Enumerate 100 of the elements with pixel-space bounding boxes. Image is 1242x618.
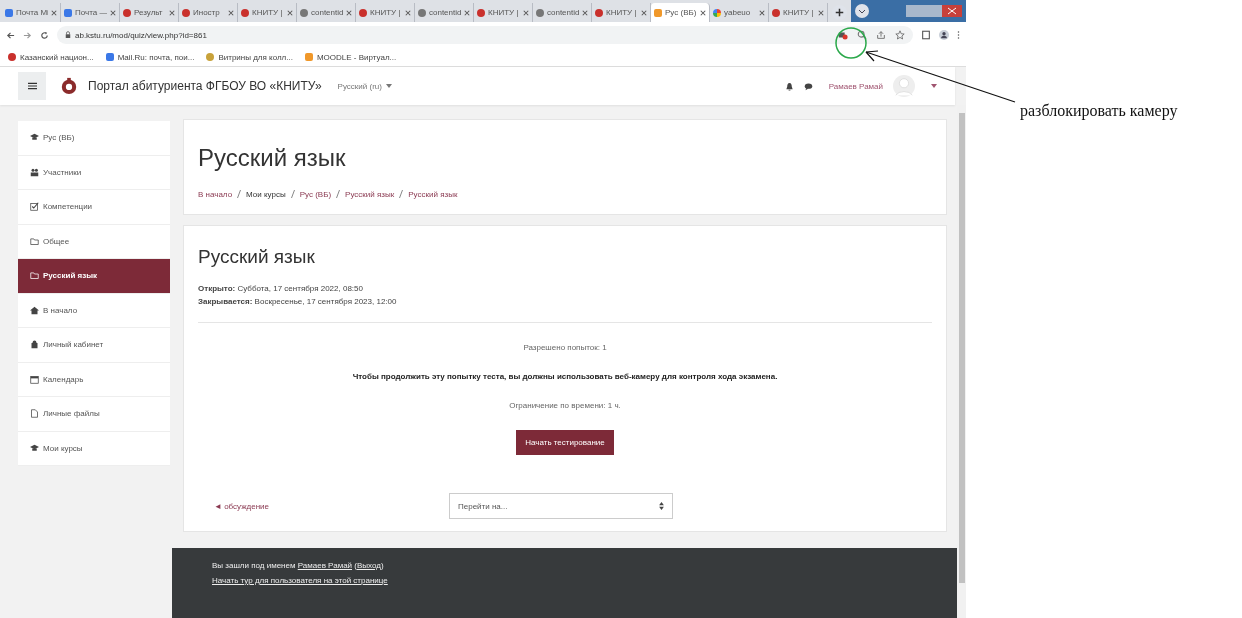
breadcrumb-separator-icon [290,190,295,198]
attempts-text: Разрешено попыток: 1 [522,343,608,352]
close-icon[interactable] [169,9,175,16]
footer-text: Вы зашли под именем [212,560,296,572]
close-icon[interactable] [464,9,470,16]
checkbox-icon [30,202,39,212]
footer-text: ( [354,560,357,572]
tab-favicon-icon [654,8,662,17]
breadcrumb-separator-icon [237,190,242,198]
bookmark[interactable]: Витрины для колл... [206,52,293,62]
breadcrumb[interactable]: Русский язык [345,190,395,199]
close-icon[interactable] [346,9,352,16]
close-icon[interactable] [700,9,706,16]
reload-icon[interactable] [40,30,49,40]
sidebar-item[interactable]: Личные файлы [18,397,170,432]
breadcrumb[interactable]: Рус (ВБ) [299,190,332,199]
breadcrumb[interactable]: Русский язык [408,190,458,199]
highlight-circle [835,27,867,59]
user-icon [30,340,39,350]
profile-icon[interactable] [855,4,869,18]
start-button[interactable]: Начать тестирование [516,430,614,455]
back-icon[interactable] [6,30,15,40]
bookmark[interactable]: MOODLE - Виртуал... [304,52,397,62]
tab-favicon-icon [536,8,544,17]
file-icon [30,409,39,419]
zoom-icon[interactable] [857,30,867,40]
tour-link[interactable]: Начать тур для пользователя на этой странице [212,573,388,588]
close-icon[interactable] [51,9,57,16]
scrollbar-thumb[interactable] [958,113,965,583]
webcam-notice: Чтобы продолжить эту попытку теста, вы должны использовать веб-камеру для контроля хода экзамена. [351,372,779,381]
tab-favicon-icon [241,8,249,17]
sidebar-item[interactable]: Личный кабинет [18,328,170,363]
bookmark[interactable]: Mail.Ru: почта, пои... [105,52,195,62]
window-controls-icon[interactable] [906,5,962,17]
user-link[interactable]: Рамаев Рамай [297,558,353,573]
quiz-title: Русский язык [198,246,316,268]
sidebar-panel-icon[interactable] [921,30,931,40]
sidebar-item[interactable]: В начало [18,293,170,328]
graduation-cap-icon [30,133,39,143]
folder-icon [30,271,39,281]
chat-icon[interactable] [803,81,813,91]
sidebar-item[interactable]: Рус (ВБ) [18,121,170,156]
close-icon[interactable] [818,9,824,16]
page-title: Русский язык [198,144,347,172]
previous-activity-link[interactable]: ◄ обсуждение [214,501,449,511]
close-icon[interactable] [287,9,293,16]
star-icon[interactable] [895,30,905,40]
menu-button[interactable] [18,72,46,100]
quiz-date: Открыто: Суббота, 17 сентября 2022, 08:50 [198,283,364,295]
caret-icon[interactable] [931,84,937,88]
tab-favicon-icon [359,8,367,17]
sidebar-item[interactable]: Русский язык [18,259,170,294]
tab-favicon-icon [477,8,485,17]
url-text: ab.kstu.ru/mod/quiz/view.php?id=861 [75,30,207,40]
tab-favicon-icon [300,8,308,17]
footer-text: ) [380,560,384,572]
user-icon[interactable] [939,30,949,40]
forward-icon[interactable] [23,30,32,40]
menu-icon[interactable] [27,82,37,90]
bell-icon[interactable] [784,81,794,91]
sidebar-item[interactable]: Календарь [18,362,170,397]
folder-icon [30,236,39,246]
user-name[interactable]: Рамаев Рамай [828,81,883,91]
sort-arrows-icon [659,502,664,510]
close-icon[interactable] [582,9,588,16]
breadcrumb[interactable]: В начало [198,190,233,199]
breadcrumb-separator-icon [399,190,404,198]
tab-favicon-icon [182,8,190,17]
users-icon [30,167,39,177]
language-menu[interactable]: Русский (ru) [337,81,382,91]
bookmark[interactable]: Казанский национ... [8,52,94,62]
share-icon[interactable] [876,30,886,40]
close-icon[interactable] [641,9,647,16]
close-icon[interactable] [110,9,116,16]
tab-favicon-icon [123,8,131,17]
annotation-text: разблокировать камеру [1020,102,1178,120]
caret-icon[interactable] [385,84,392,88]
address-bar[interactable]: ab.kstu.ru/mod/quiz/view.php?id=861 [57,26,913,44]
tab-favicon-icon [713,8,721,17]
close-icon[interactable] [405,9,411,16]
site-name[interactable]: Портал абитуриента ФГБОУ ВО «КНИТУ» [88,79,322,93]
close-icon[interactable] [759,9,765,16]
bookmark-favicon-icon [105,53,114,61]
breadcrumb-separator-icon [336,190,341,198]
time-limit-text: Ограничение по времени: 1 ч. [508,401,622,410]
browser-tab[interactable]: Рус (ВБ) [651,3,710,22]
close-icon[interactable] [228,9,234,16]
sidebar-item[interactable]: Компетенции [18,190,170,225]
jump-select[interactable]: Перейти на... [449,493,673,519]
logo-icon [60,77,78,95]
bookmark-favicon-icon [206,53,215,61]
lock-icon [65,31,71,39]
tab-favicon-icon [772,8,780,17]
close-icon[interactable] [523,9,529,16]
breadcrumb: Мои курсы [246,190,286,199]
tab-favicon-icon [418,8,426,17]
camera-blocked-icon[interactable] [838,30,848,40]
sidebar-item[interactable]: Участники [18,155,170,190]
sidebar-item[interactable]: Мои курсы [18,431,170,466]
graduation-cap-icon [30,443,39,453]
